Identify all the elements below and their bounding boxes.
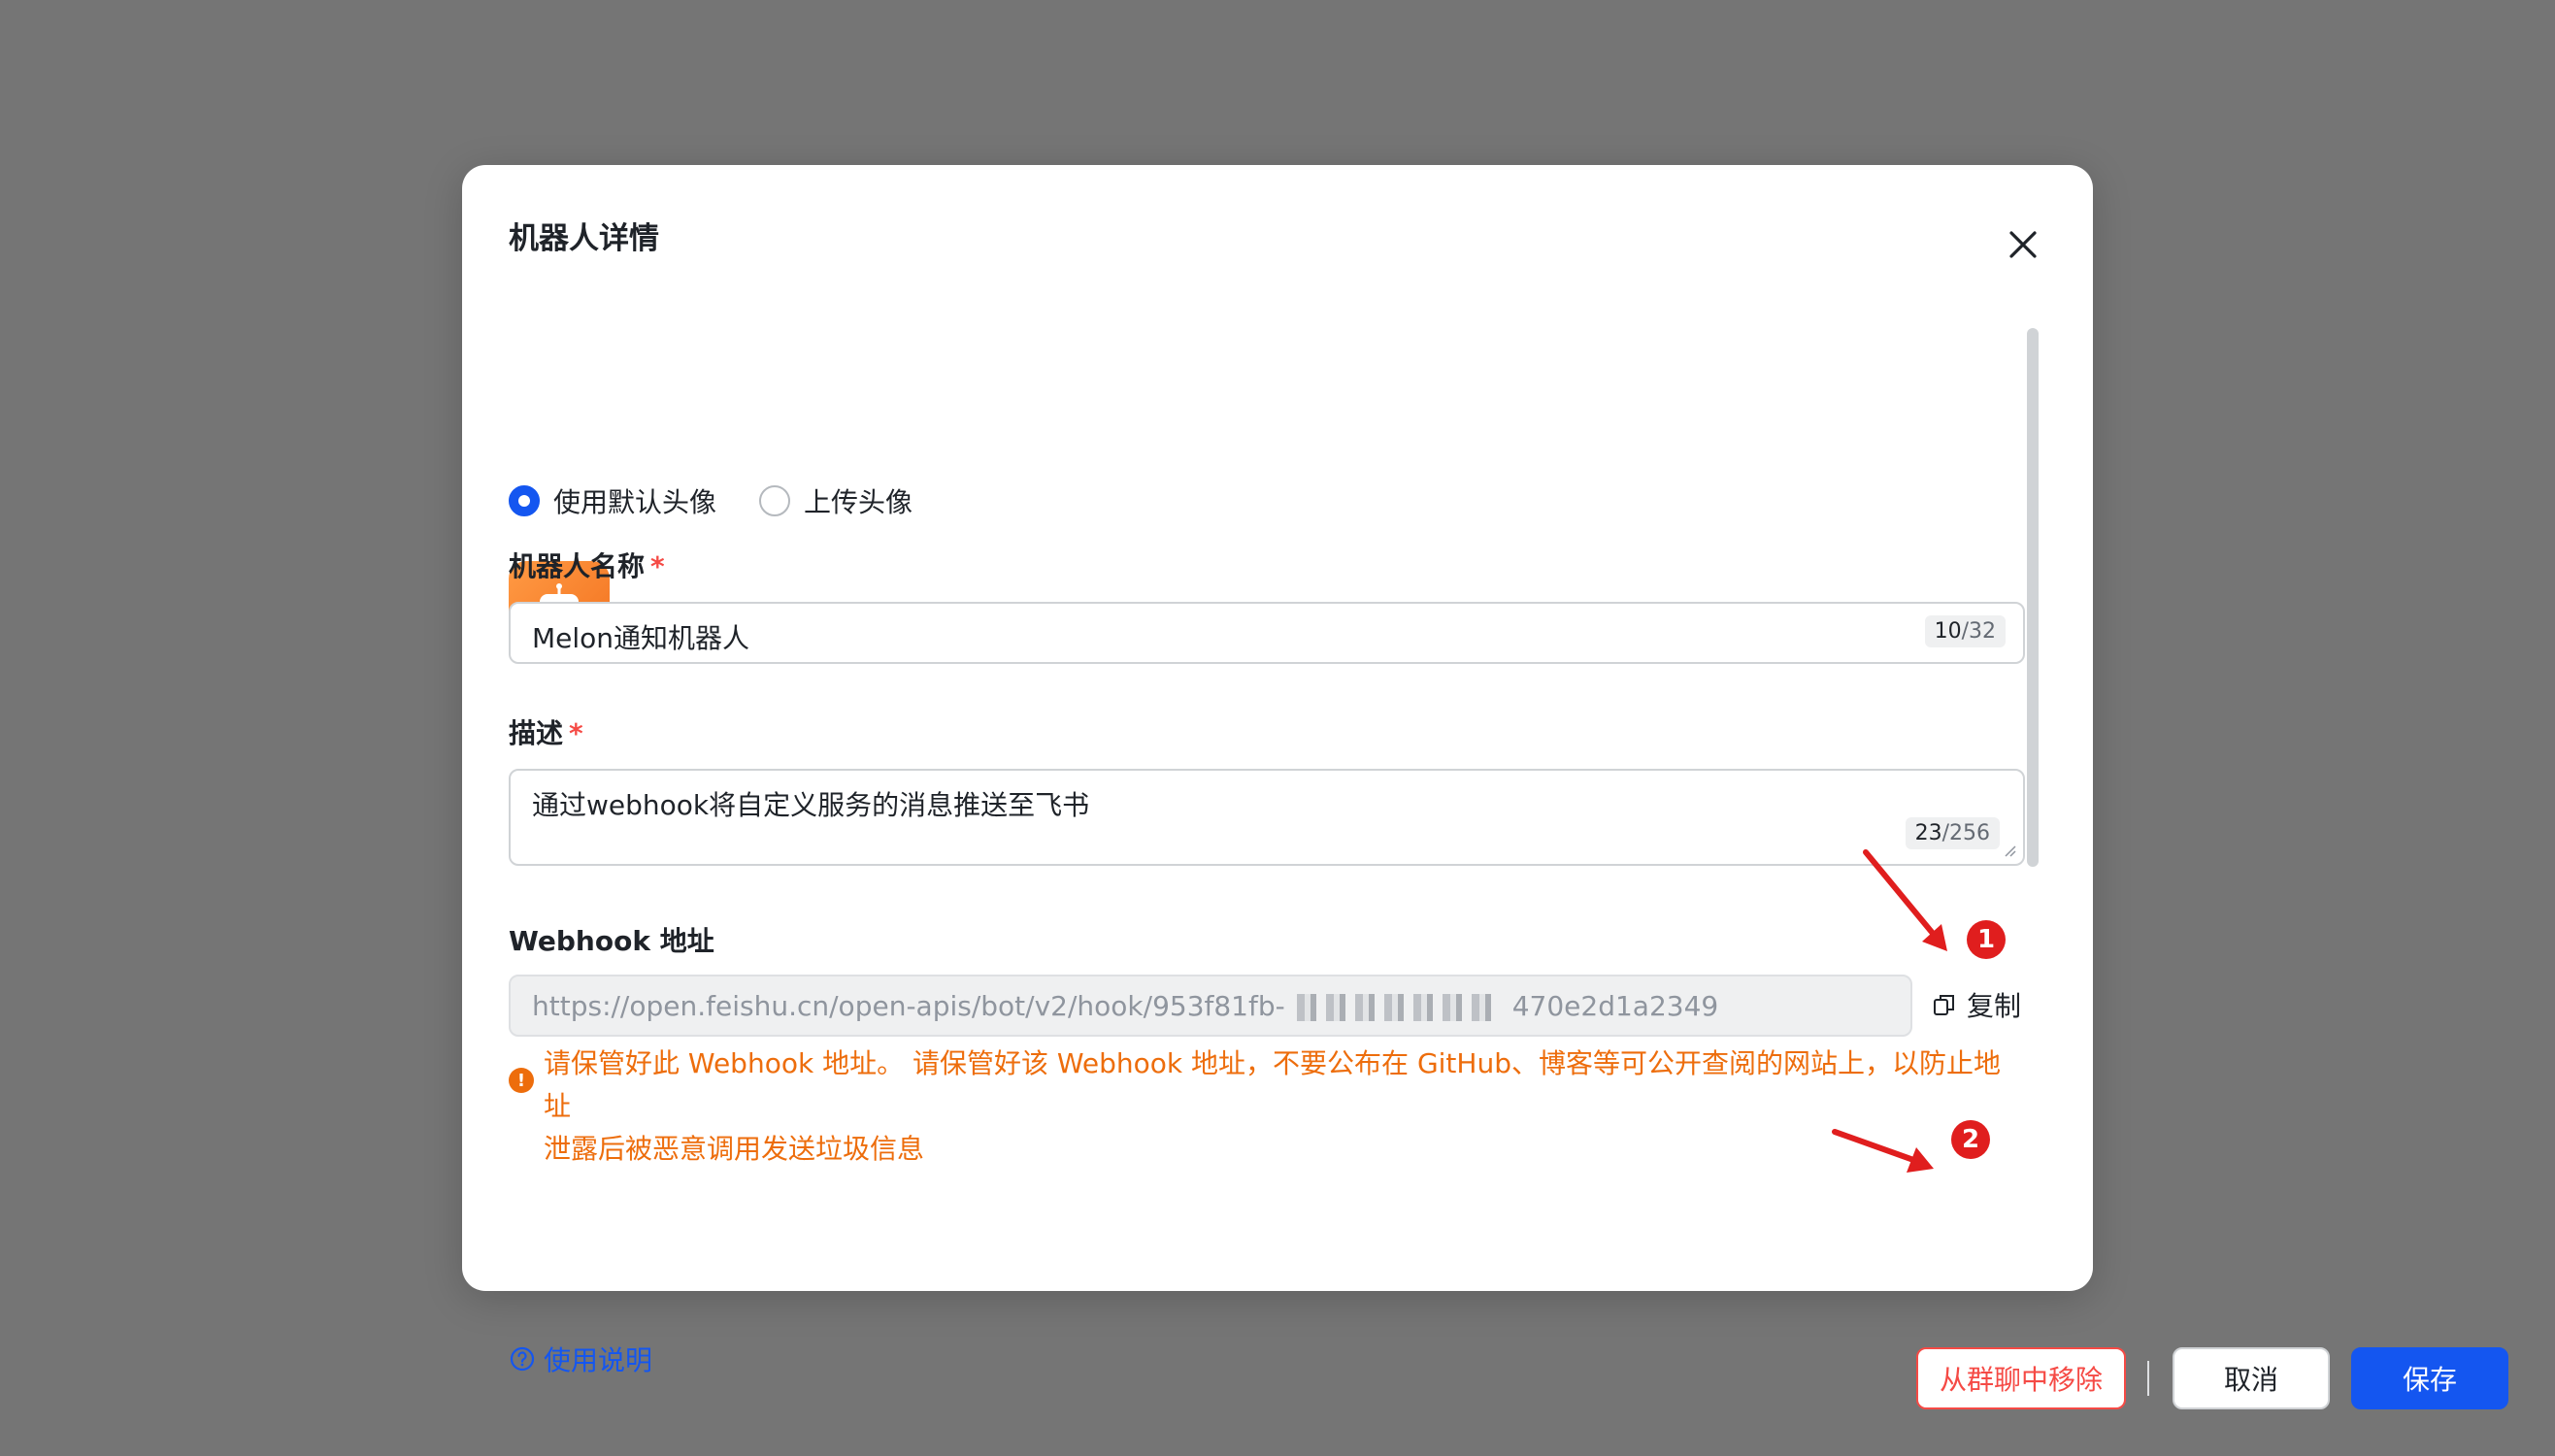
desc-field-label: 描述 * — [509, 717, 583, 749]
button-divider — [2147, 1361, 2149, 1396]
avatar-mode-radio-group: 使用默认头像 上传头像 — [509, 480, 955, 522]
close-icon — [2009, 231, 2037, 258]
annotation-arrow-1 — [1863, 849, 1947, 951]
radio-button-unchecked[interactable] — [759, 485, 791, 516]
help-link-label: 使用说明 — [544, 1344, 653, 1376]
annotation-badge-1: 1 — [1967, 920, 2006, 959]
webhook-url-input[interactable]: https://open.feishu.cn/open-apis/bot/v2/… — [509, 975, 1912, 1037]
redacted-mosaic — [1296, 994, 1501, 1021]
radio-default-avatar[interactable]: 使用默认头像 — [509, 481, 716, 520]
radio-button-checked[interactable] — [509, 485, 540, 516]
remove-from-group-button[interactable]: 从群聊中移除 — [1916, 1347, 2126, 1409]
copy-label: 复制 — [1967, 990, 2022, 1022]
help-link[interactable]: 使用说明 — [509, 1340, 652, 1378]
radio-label: 上传头像 — [804, 486, 913, 518]
resize-handle-icon[interactable] — [2002, 843, 2017, 858]
name-char-counter: 10/32 — [1924, 615, 2006, 647]
radio-upload-avatar[interactable]: 上传头像 — [759, 481, 912, 520]
warning-icon: ! — [509, 1068, 534, 1093]
copy-button[interactable]: 复制 — [1932, 985, 2021, 1024]
question-circle-icon — [510, 1346, 535, 1372]
webhook-field-label: Webhook 地址 — [509, 925, 714, 957]
annotation-badge-2: 2 — [1951, 1120, 1990, 1159]
dialog-title: 机器人详情 — [509, 221, 659, 256]
copy-icon — [1934, 995, 1954, 1015]
cancel-button[interactable]: 取消 — [2173, 1347, 2330, 1409]
name-input[interactable]: Melon通知机器人 10/32 — [509, 602, 2025, 664]
save-button[interactable]: 保存 — [2351, 1347, 2508, 1409]
required-mark: * — [650, 550, 665, 582]
webhook-url-value: https://open.feishu.cn/open-apis/bot/v2/… — [532, 990, 1719, 1022]
scrollbar[interactable] — [2027, 328, 2039, 867]
description-value: 通过webhook将自定义服务的消息推送至飞书 — [532, 789, 1090, 821]
annotation-arrow-2 — [1832, 1129, 1934, 1173]
required-mark: * — [569, 717, 583, 749]
close-button[interactable] — [1998, 219, 2048, 270]
warning-text: 请保管好此 Webhook 地址。 请保管好该 Webhook 地址，不要公布在… — [544, 1047, 2001, 1165]
name-field-label: 机器人名称 * — [509, 550, 665, 582]
name-input-value: Melon通知机器人 — [532, 622, 750, 654]
radio-label: 使用默认头像 — [553, 486, 717, 518]
description-textarea[interactable]: 通过webhook将自定义服务的消息推送至飞书 23/256 — [509, 769, 2025, 866]
webhook-warning: ! 请保管好此 Webhook 地址。 请保管好该 Webhook 地址，不要公… — [509, 1042, 2023, 1171]
